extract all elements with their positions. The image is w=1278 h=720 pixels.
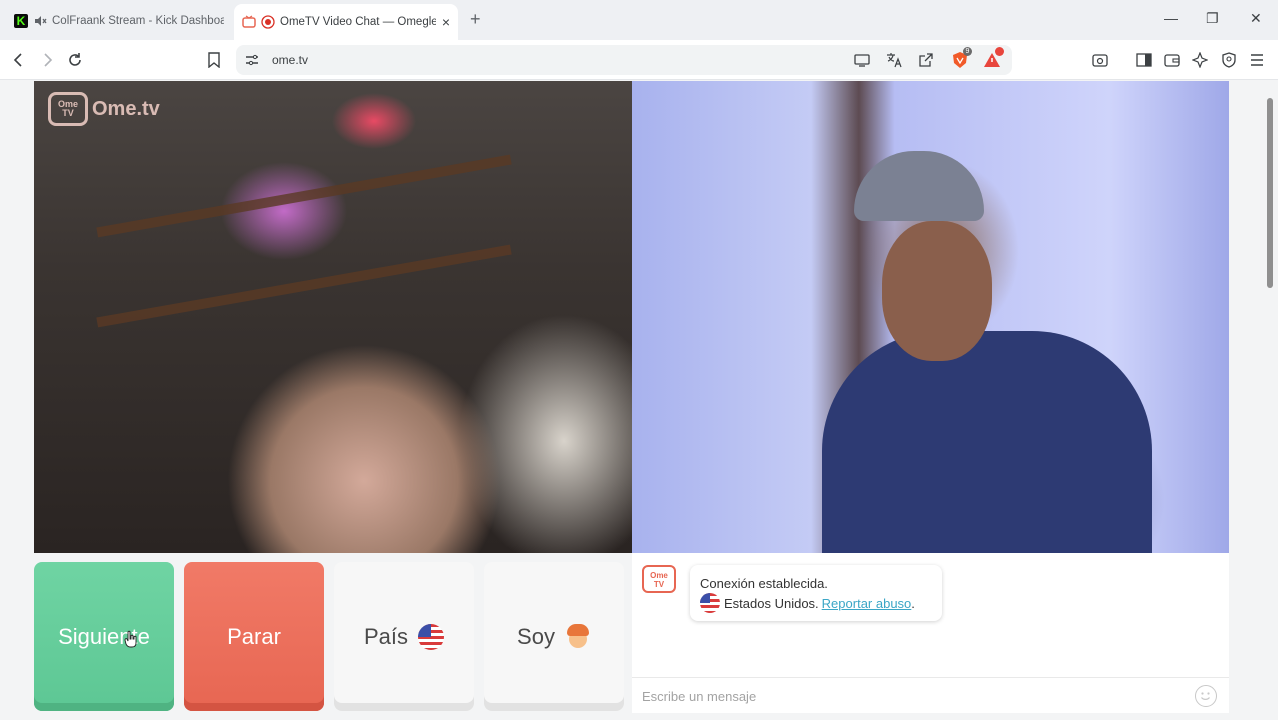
stranger-video [632, 81, 1229, 553]
gender-button-label: Soy [517, 623, 555, 649]
report-suffix: . [911, 595, 915, 611]
video-person-shirt [822, 331, 1152, 553]
us-flag-icon [418, 623, 445, 650]
stop-button-label: Parar [227, 623, 281, 649]
close-tab-button[interactable]: × [442, 14, 450, 30]
connection-status-text: Conexión establecida. [700, 575, 828, 591]
kick-icon: K [14, 14, 28, 28]
stop-button[interactable]: Parar [184, 562, 324, 711]
reload-icon[interactable] [65, 50, 85, 70]
connection-status: Conexión establecida. [700, 573, 932, 593]
video-person-head [882, 221, 992, 361]
vpn-icon[interactable] [1219, 50, 1239, 70]
ometv-logo-icon: Ome TV [48, 92, 88, 126]
menu-icon[interactable] [1247, 50, 1267, 70]
message-input[interactable] [642, 686, 1182, 706]
tab-strip: K ColFraank Stream - Kick Dashboard OmeT… [0, 0, 1278, 40]
close-window-button[interactable]: ✕ [1250, 10, 1262, 27]
sidebar-icon[interactable] [1134, 50, 1154, 70]
site-settings-icon[interactable] [242, 50, 262, 70]
url-text: ome.tv [272, 53, 309, 67]
scrollbar-thumb[interactable] [1267, 98, 1273, 288]
country-button-label: País [363, 623, 409, 649]
us-flag-icon [700, 593, 720, 613]
emoji-icon[interactable] [1195, 685, 1217, 707]
message-input-bar [632, 677, 1229, 713]
video-background-shelf [96, 244, 512, 328]
address-bar[interactable]: ome.tv 9 [236, 45, 1012, 75]
shields-count-badge: 9 [963, 47, 972, 56]
report-abuse-link[interactable]: Reportar abuso [822, 596, 912, 611]
recording-icon [261, 15, 275, 29]
ometv-page: Ome TV Ome.tv Siguiente Parar País Soy O… [0, 80, 1278, 720]
bookmark-icon[interactable] [204, 50, 224, 70]
video-background-shelf [96, 154, 512, 238]
partner-location: Estados Unidos. Reportar abuso . [700, 593, 932, 613]
brave-rewards-icon[interactable] [982, 47, 1004, 70]
minimize-button[interactable]: — [1164, 10, 1178, 26]
tab-title: OmeTV Video Chat — Omegle [280, 16, 436, 28]
wallet-icon[interactable] [1162, 50, 1182, 70]
browser-toolbar: ome.tv 9 [0, 40, 1278, 80]
new-tab-button[interactable]: + [470, 9, 481, 30]
tab-title: ColFraank Stream - Kick Dashboard [52, 15, 224, 27]
share-icon[interactable] [916, 50, 936, 70]
restore-button[interactable]: ❐ [1206, 10, 1219, 27]
video-person-cap [854, 151, 984, 221]
hand-cursor-icon [124, 630, 137, 648]
next-button[interactable]: Siguiente [34, 562, 174, 711]
forward-icon[interactable] [37, 50, 57, 70]
ometv-logo: Ome TV Ome.tv [48, 92, 160, 126]
gender-button[interactable]: Soy [484, 562, 624, 711]
tab-kick-dashboard[interactable]: K ColFraank Stream - Kick Dashboard [8, 6, 230, 36]
ometv-chat-logo-icon: Ome TV [642, 565, 676, 593]
back-icon[interactable] [9, 50, 29, 70]
chat-panel: Ome TV Conexión establecida. Estados Uni… [632, 553, 1229, 713]
muted-speaker-icon[interactable] [33, 14, 47, 28]
leo-ai-icon[interactable] [1190, 50, 1210, 70]
leo-tabs-icon[interactable] [1090, 50, 1110, 70]
page-scrollbar[interactable] [1262, 80, 1278, 720]
male-avatar-icon [565, 623, 591, 650]
local-video [34, 81, 632, 553]
translate-icon[interactable] [884, 50, 904, 70]
brave-shields-icon[interactable]: 9 [950, 47, 972, 70]
partner-country-text: Estados Unidos. [724, 595, 819, 611]
system-message-bubble: Conexión establecida. Estados Unidos. Re… [690, 565, 942, 621]
tab-ometv[interactable]: OmeTV Video Chat — Omegle × [234, 4, 458, 40]
country-button[interactable]: País [334, 562, 474, 711]
ometv-icon [242, 15, 256, 29]
cast-icon[interactable] [852, 50, 872, 70]
ometv-logo-text: Ome.tv [92, 97, 160, 120]
notification-dot [995, 47, 1004, 56]
